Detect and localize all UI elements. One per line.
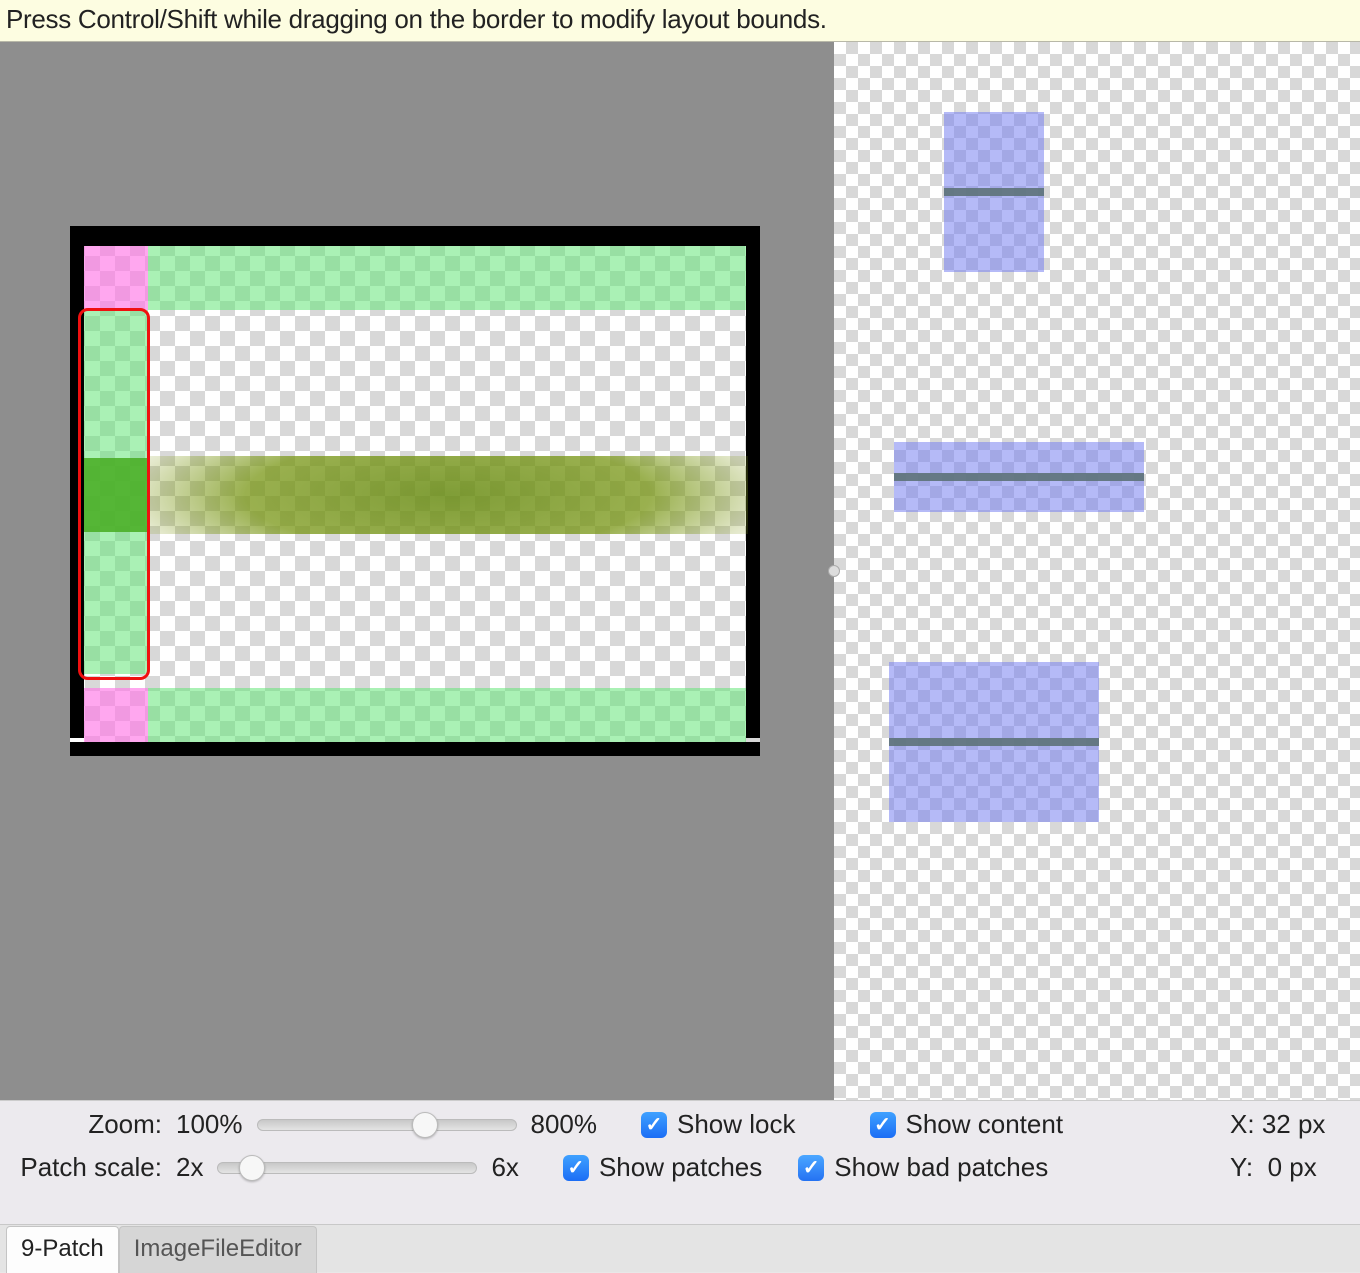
x-value: 32 px: [1262, 1109, 1326, 1139]
controls-bar: Zoom: 100% 800% ✓ Show lock ✓ Show conte…: [0, 1100, 1360, 1224]
preview-wide: [894, 442, 1144, 512]
preview-pane: [834, 42, 1360, 1100]
patch-scale-min: 2x: [176, 1152, 203, 1183]
editor-main: [0, 42, 1360, 1100]
preview-small-stripe: [944, 188, 1044, 196]
controls-row-2: Patch scale: 2x 6x ✓ Show patches ✓ Show…: [10, 1152, 1350, 1183]
zoom-max: 800%: [531, 1109, 598, 1140]
preview-small: [944, 112, 1044, 272]
check-icon: ✓: [874, 1112, 891, 1137]
zoom-slider[interactable]: [257, 1119, 517, 1131]
patch-scale-slider[interactable]: [217, 1162, 477, 1174]
check-icon: ✓: [803, 1155, 820, 1180]
show-bad-label: Show bad patches: [834, 1152, 1048, 1183]
lock-top-left: [84, 246, 148, 310]
show-patches-checkbox[interactable]: ✓: [563, 1155, 589, 1181]
show-content-label: Show content: [906, 1109, 1064, 1140]
patch-scale-thumb[interactable]: [239, 1155, 265, 1181]
lock-bottom-left: [84, 688, 148, 742]
hint-text: Press Control/Shift while dragging on th…: [6, 4, 827, 34]
border-right[interactable]: [746, 226, 760, 738]
preview-large-stripe: [889, 738, 1099, 746]
preview-large: [889, 662, 1099, 822]
show-patches-label: Show patches: [599, 1152, 762, 1183]
patch-scale-label: Patch scale:: [10, 1152, 162, 1183]
tab-image-file-editor-label: ImageFileEditor: [134, 1235, 302, 1262]
zoom-thumb[interactable]: [412, 1112, 438, 1138]
canvas-area[interactable]: [0, 42, 834, 1100]
selection-frame[interactable]: [78, 308, 150, 680]
show-bad-checkbox[interactable]: ✓: [798, 1155, 824, 1181]
show-lock-label: Show lock: [677, 1109, 796, 1140]
show-lock-checkbox[interactable]: ✓: [641, 1112, 667, 1138]
editor-tabs: 9-Patch ImageFileEditor: [0, 1224, 1360, 1272]
border-bottom[interactable]: [70, 742, 760, 756]
ninepatch-canvas[interactable]: [70, 226, 760, 756]
patch-top: [148, 246, 746, 310]
check-icon: ✓: [646, 1112, 663, 1137]
check-icon: ✓: [568, 1155, 585, 1180]
tab-9-patch-label: 9-Patch: [21, 1235, 104, 1262]
show-content-checkbox[interactable]: ✓: [870, 1112, 896, 1138]
y-value: 0 px: [1268, 1152, 1317, 1182]
tab-image-file-editor[interactable]: ImageFileEditor: [119, 1226, 317, 1273]
zoom-label: Zoom:: [10, 1109, 162, 1140]
patch-scale-max: 6x: [491, 1152, 518, 1183]
pane-resize-grip[interactable]: [828, 565, 840, 577]
hint-bar: Press Control/Shift while dragging on th…: [0, 0, 1360, 42]
x-label: X:: [1230, 1109, 1255, 1139]
preview-wide-stripe: [894, 473, 1144, 481]
zoom-min: 100%: [176, 1109, 243, 1140]
patch-bottom: [148, 688, 746, 742]
tab-9-patch[interactable]: 9-Patch: [6, 1226, 119, 1273]
y-label: Y:: [1230, 1152, 1253, 1182]
controls-row-1: Zoom: 100% 800% ✓ Show lock ✓ Show conte…: [10, 1109, 1350, 1140]
content-band: [148, 456, 748, 534]
border-top[interactable]: [70, 226, 760, 246]
